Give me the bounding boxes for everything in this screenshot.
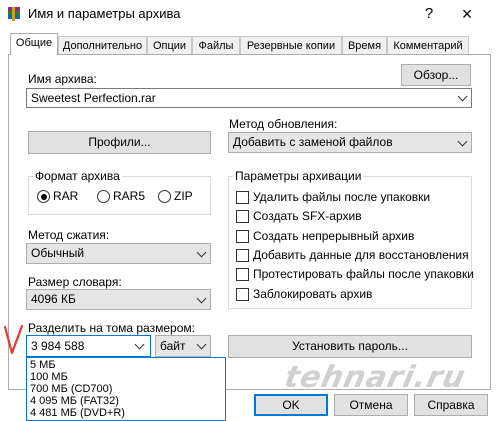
checkbox-delete-files-label: Удалить файлы после упаковки	[253, 190, 431, 204]
tab-general[interactable]: Общие	[10, 33, 58, 55]
checkbox-create-sfx[interactable]	[236, 210, 249, 223]
dictionary-size-value: 4096 КБ	[31, 292, 76, 306]
winrar-app-icon	[6, 6, 22, 22]
dictionary-size-label: Размер словаря:	[28, 275, 122, 289]
chevron-down-icon[interactable]	[196, 247, 207, 257]
profiles-button[interactable]: Профили...	[28, 131, 211, 154]
checkbox-test-files-label: Протестировать файлы после упаковки	[253, 267, 474, 281]
cancel-button[interactable]: Отмена	[334, 394, 408, 416]
radio-zip-label: ZIP	[174, 189, 193, 203]
tab-advanced[interactable]: Дополнительно	[58, 36, 147, 54]
volume-size-option[interactable]: 100 МБ	[30, 371, 68, 383]
update-method-value: Добавить с заменой файлов	[233, 135, 393, 149]
volume-size-option[interactable]: 5 МБ	[30, 359, 56, 371]
compression-method-select[interactable]: Обычный	[26, 243, 211, 264]
dictionary-size-select[interactable]: 4096 КБ	[26, 289, 211, 310]
help-button[interactable]: Справка	[414, 394, 488, 416]
radio-rar5[interactable]	[97, 190, 110, 203]
chevron-down-icon[interactable]	[196, 293, 207, 303]
archive-format-title: Формат архива	[33, 169, 122, 183]
site-watermark: tehnari.ru	[281, 360, 470, 395]
checkbox-lock-archive[interactable]	[236, 288, 249, 301]
archive-name-label: Имя архива:	[28, 72, 97, 86]
tab-comment[interactable]: Комментарий	[387, 36, 469, 54]
checkbox-create-sfx-label: Создать SFX-архив	[253, 209, 362, 223]
radio-rar5-label: RAR5	[113, 189, 146, 203]
compression-method-label: Метод сжатия:	[28, 228, 110, 242]
split-volumes-label: Разделить на тома размером:	[28, 321, 195, 335]
radio-zip[interactable]	[158, 190, 171, 203]
split-volumes-value: 3 984 588	[31, 339, 85, 353]
volume-size-option[interactable]: 700 МБ (CD700)	[30, 383, 112, 395]
split-volumes-input[interactable]: 3 984 588	[26, 335, 151, 357]
split-unit-value: байт	[160, 339, 186, 353]
radio-rar[interactable]	[37, 190, 50, 203]
split-unit-select[interactable]: байт	[155, 335, 211, 357]
radio-rar-label: RAR	[53, 189, 79, 203]
close-button[interactable]: ×	[452, 2, 482, 26]
update-method-select[interactable]: Добавить с заменой файлов	[228, 132, 472, 153]
checkbox-solid-archive-label: Создать непрерывный архив	[253, 229, 415, 243]
checkbox-test-files[interactable]	[236, 268, 249, 281]
red-annotation-mark	[3, 324, 25, 359]
ok-button[interactable]: OK	[254, 394, 328, 416]
window-title: Имя и параметры архива	[28, 6, 181, 21]
checkbox-lock-archive-label: Заблокировать архив	[253, 287, 373, 301]
archive-name-input[interactable]: Sweetest Perfection.rar	[26, 88, 472, 108]
checkbox-recovery-record[interactable]	[236, 249, 249, 262]
archiving-options-title: Параметры архивации	[233, 169, 364, 183]
tab-options[interactable]: Опции	[147, 36, 192, 54]
update-method-label: Метод обновления:	[229, 117, 338, 131]
checkbox-solid-archive[interactable]	[236, 230, 249, 243]
split-volumes-dropdown-list: 5 МБ 100 МБ 700 МБ (CD700) 4 095 МБ (FAT…	[26, 357, 226, 421]
chevron-down-icon[interactable]	[134, 339, 145, 350]
volume-size-option[interactable]: 4 095 МБ (FAT32)	[30, 395, 119, 407]
checkbox-recovery-record-label: Добавить данные для восстановления	[253, 248, 469, 262]
tab-files[interactable]: Файлы	[192, 36, 240, 54]
set-password-button[interactable]: Установить пароль...	[228, 335, 472, 358]
help-title-button[interactable]: ?	[414, 2, 444, 26]
archive-name-value: Sweetest Perfection.rar	[31, 91, 156, 105]
browse-button[interactable]: Обзор...	[401, 64, 471, 86]
chevron-down-icon[interactable]	[196, 339, 207, 350]
tab-backup[interactable]: Резервные копии	[240, 36, 342, 54]
checkbox-delete-files[interactable]	[236, 191, 249, 204]
compression-method-value: Обычный	[31, 246, 85, 260]
volume-size-option[interactable]: 4 481 МБ (DVD+R)	[30, 407, 125, 419]
chevron-down-icon[interactable]	[457, 136, 468, 146]
chevron-down-icon[interactable]	[457, 91, 468, 102]
tab-time[interactable]: Время	[342, 36, 387, 54]
